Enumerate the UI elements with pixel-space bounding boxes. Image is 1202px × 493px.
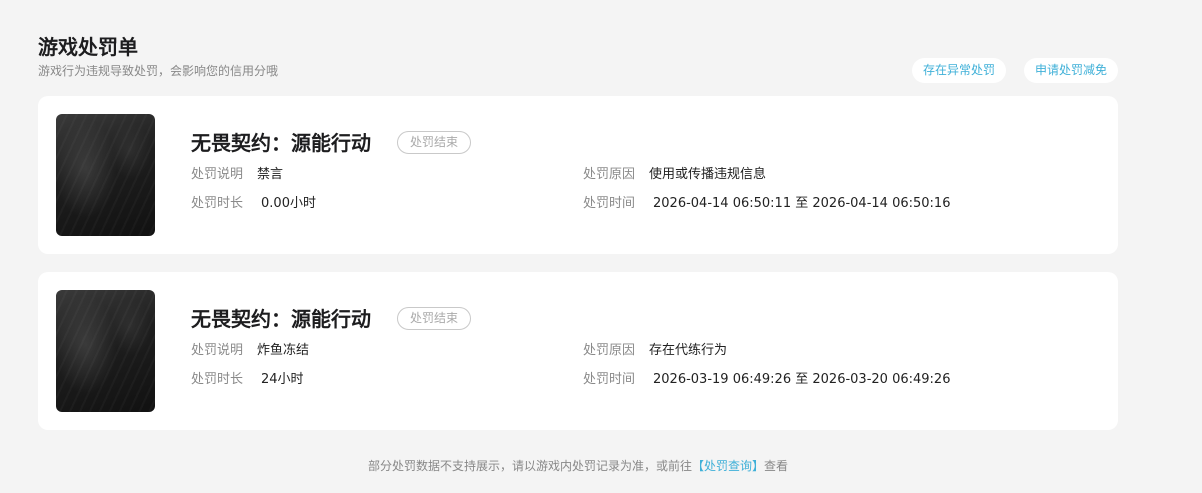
game-cover-image <box>56 114 155 236</box>
penalty-reason: 处罚原因 使用或传播违规信息 <box>583 167 766 183</box>
penalty-card: 无畏契约：源能行动 处罚结束 处罚说明 禁言 处罚原因 使用或传播违规信息 处罚时长… <box>38 96 1118 254</box>
footer-notice: 部分处罚数据不支持展示，请以游戏内处罚记录为准，或前往【处罚查询】查看 <box>0 457 1156 474</box>
penalty-duration-label: 处罚时长 <box>191 196 244 211</box>
penalty-time-start: 2026-04-14 06:50:11 <box>653 196 792 211</box>
penalty-reason: 处罚原因 存在代练行为 <box>583 343 727 359</box>
penalty-time-end: 2026-04-14 06:50:16 <box>812 196 951 211</box>
penalty-time-start: 2026-03-19 06:49:26 <box>653 372 792 387</box>
penalty-description-value: 炸鱼冻结 <box>257 343 310 358</box>
page-header: 游戏处罚单 游戏行为违规导致处罚，会影响您的信用分哦 <box>38 34 278 78</box>
footer-text-suffix: 查看 <box>764 459 789 473</box>
game-title: 无畏契约：源能行动 <box>191 131 371 155</box>
penalty-time: 处罚时间 2026-03-19 06:49:26 至 2026-03-20 06:… <box>583 372 950 388</box>
penalty-description-label: 处罚说明 <box>191 167 244 182</box>
penalty-description-value: 禁言 <box>257 167 284 182</box>
penalty-reason-value: 使用或传播违规信息 <box>649 167 767 182</box>
page-subtitle: 游戏行为违规导致处罚，会影响您的信用分哦 <box>38 64 279 78</box>
penalty-time: 处罚时间 2026-04-14 06:50:11 至 2026-04-14 06:… <box>583 196 950 212</box>
status-badge: 处罚结束 <box>397 307 472 330</box>
penalty-description-label: 处罚说明 <box>191 343 244 358</box>
penalty-time-end: 2026-03-20 06:49:26 <box>812 372 951 387</box>
penalty-time-label: 处罚时间 <box>583 196 636 211</box>
penalty-card: 无畏契约：源能行动 处罚结束 处罚说明 炸鱼冻结 处罚原因 存在代练行为 处罚时长 2… <box>38 272 1118 430</box>
footer-text: 部分处罚数据不支持展示，请以游戏内处罚记录为准，或前往 <box>367 459 692 473</box>
penalty-duration-value: 0.00小时 <box>261 196 316 211</box>
apply-reduction-button[interactable]: 申请处罚减免 <box>1023 58 1118 83</box>
penalty-description: 处罚说明 炸鱼冻结 <box>191 343 309 359</box>
penalty-description: 处罚说明 禁言 <box>191 167 283 183</box>
penalty-reason-value: 存在代练行为 <box>649 343 728 358</box>
penalty-reason-label: 处罚原因 <box>583 167 636 182</box>
penalty-duration-label: 处罚时长 <box>191 372 244 387</box>
game-cover-image <box>56 290 155 412</box>
penalty-query-link[interactable]: 【处罚查询】 <box>692 459 764 473</box>
penalty-reason-label: 处罚原因 <box>583 343 636 358</box>
penalty-time-separator: 至 <box>795 196 809 211</box>
status-badge: 处罚结束 <box>397 131 472 154</box>
penalty-duration-value: 24小时 <box>261 372 304 387</box>
header-actions: 存在异常处罚 申请处罚减免 <box>911 58 1118 83</box>
penalty-time-label: 处罚时间 <box>583 372 636 387</box>
game-title: 无畏契约：源能行动 <box>191 307 371 331</box>
abnormal-penalty-button[interactable]: 存在异常处罚 <box>911 58 1006 83</box>
penalty-duration: 处罚时长 0.00小时 <box>191 196 316 212</box>
page-title: 游戏处罚单 <box>38 35 138 59</box>
penalty-time-separator: 至 <box>795 372 809 387</box>
penalty-duration: 处罚时长 24小时 <box>191 372 304 388</box>
